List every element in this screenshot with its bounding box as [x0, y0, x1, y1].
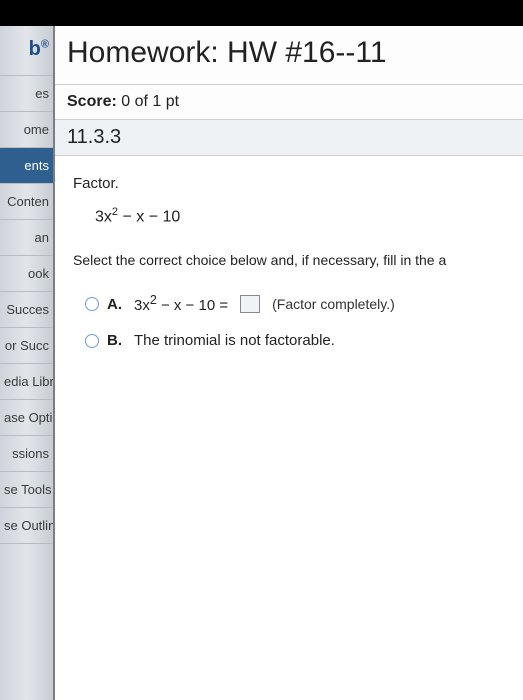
choice-letter: B.: [107, 327, 122, 354]
sidebar-item-label: se Outline: [4, 518, 55, 533]
expr-part: − x − 10: [118, 208, 180, 225]
instruction-text: Factor.: [73, 170, 505, 197]
brand-logo: b®: [0, 26, 53, 76]
choice-b-text: The trinomial is not factorable.: [134, 327, 335, 354]
homework-title: Homework: HW #16--11: [55, 26, 523, 85]
sidebar-item-label: ome: [24, 122, 49, 137]
score-label: Score:: [67, 93, 117, 110]
sidebar-item-label: ents: [24, 158, 49, 173]
sidebar-item-label: es: [35, 86, 49, 101]
app-window: b® es ome ents Conten an ook Succes or S…: [0, 26, 523, 700]
sidebar-item[interactable]: ome: [0, 112, 53, 148]
choice-b[interactable]: B. The trinomial is not factorable.: [85, 323, 505, 358]
degree-icon: ®: [41, 38, 49, 50]
question-body: Factor. 3x2 − x − 10 Select the correct …: [55, 156, 523, 700]
choice-hint: (Factor completely.): [272, 292, 395, 317]
sidebar-item[interactable]: or Succ: [0, 328, 53, 364]
sidebar-item-label: an: [35, 230, 49, 245]
sidebar-item[interactable]: se Tools: [0, 472, 53, 508]
choices: A. 3x2 − x − 10 = (Factor completely.) B…: [73, 285, 505, 358]
expr-part: 3x: [134, 297, 150, 314]
question-number: 11.3.3: [55, 120, 523, 156]
sidebar-item[interactable]: se Outline: [0, 508, 53, 544]
answer-input[interactable]: [240, 295, 260, 313]
sidebar-item-label: ook: [28, 266, 49, 281]
expr-part: 3x: [95, 208, 112, 225]
choice-a[interactable]: A. 3x2 − x − 10 = (Factor completely.): [85, 285, 505, 323]
radio-a[interactable]: [85, 297, 99, 311]
sidebar-item[interactable]: ssions: [0, 436, 53, 472]
score-value: 0 of 1 pt: [121, 93, 179, 110]
sidebar-item[interactable]: edia Libr: [0, 364, 53, 400]
select-prompt: Select the correct choice below and, if …: [73, 244, 505, 285]
radio-b[interactable]: [85, 334, 99, 348]
sidebar-item-label: Succes: [6, 302, 49, 317]
sidebar-item-label: ase Optio: [4, 410, 55, 425]
sidebar-item[interactable]: Conten: [0, 184, 53, 220]
sidebar-item-label: Conten: [7, 194, 49, 209]
sidebar-item-active[interactable]: ents: [0, 148, 53, 184]
choice-a-expression: 3x2 − x − 10 =: [134, 289, 228, 319]
sidebar-item-label: or Succ: [5, 338, 49, 353]
sidebar-item[interactable]: es: [0, 76, 53, 112]
sidebar-item[interactable]: Succes: [0, 292, 53, 328]
sidebar-item-label: se Tools: [4, 482, 51, 497]
expr-exponent: 2: [150, 293, 157, 307]
sidebar: b® es ome ents Conten an ook Succes or S…: [0, 26, 55, 700]
sidebar-item[interactable]: ook: [0, 256, 53, 292]
expr-part: − x − 10 =: [157, 297, 228, 314]
sidebar-item[interactable]: ase Optio: [0, 400, 53, 436]
sidebar-item-label: edia Libr: [4, 374, 54, 389]
window-top-bezel: [0, 0, 523, 26]
brand-text: b: [29, 38, 41, 60]
expression: 3x2 − x − 10: [73, 197, 505, 244]
score-row: Score: 0 of 1 pt: [55, 85, 523, 120]
main-content: Homework: HW #16--11 Score: 0 of 1 pt 11…: [55, 26, 523, 700]
sidebar-item[interactable]: an: [0, 220, 53, 256]
choice-letter: A.: [107, 291, 122, 318]
sidebar-item-label: ssions: [12, 446, 49, 461]
